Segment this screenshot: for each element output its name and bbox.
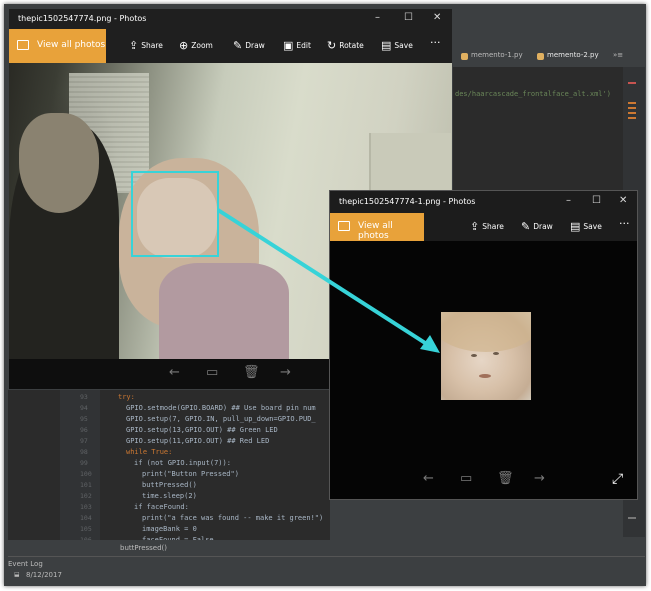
annotation-arrow xyxy=(216,208,440,353)
arrow-head xyxy=(420,335,440,353)
arrow-line xyxy=(216,208,435,350)
screenshot-frame: memento-1.py memento-2.py »≡ des/haarcas… xyxy=(0,0,651,591)
